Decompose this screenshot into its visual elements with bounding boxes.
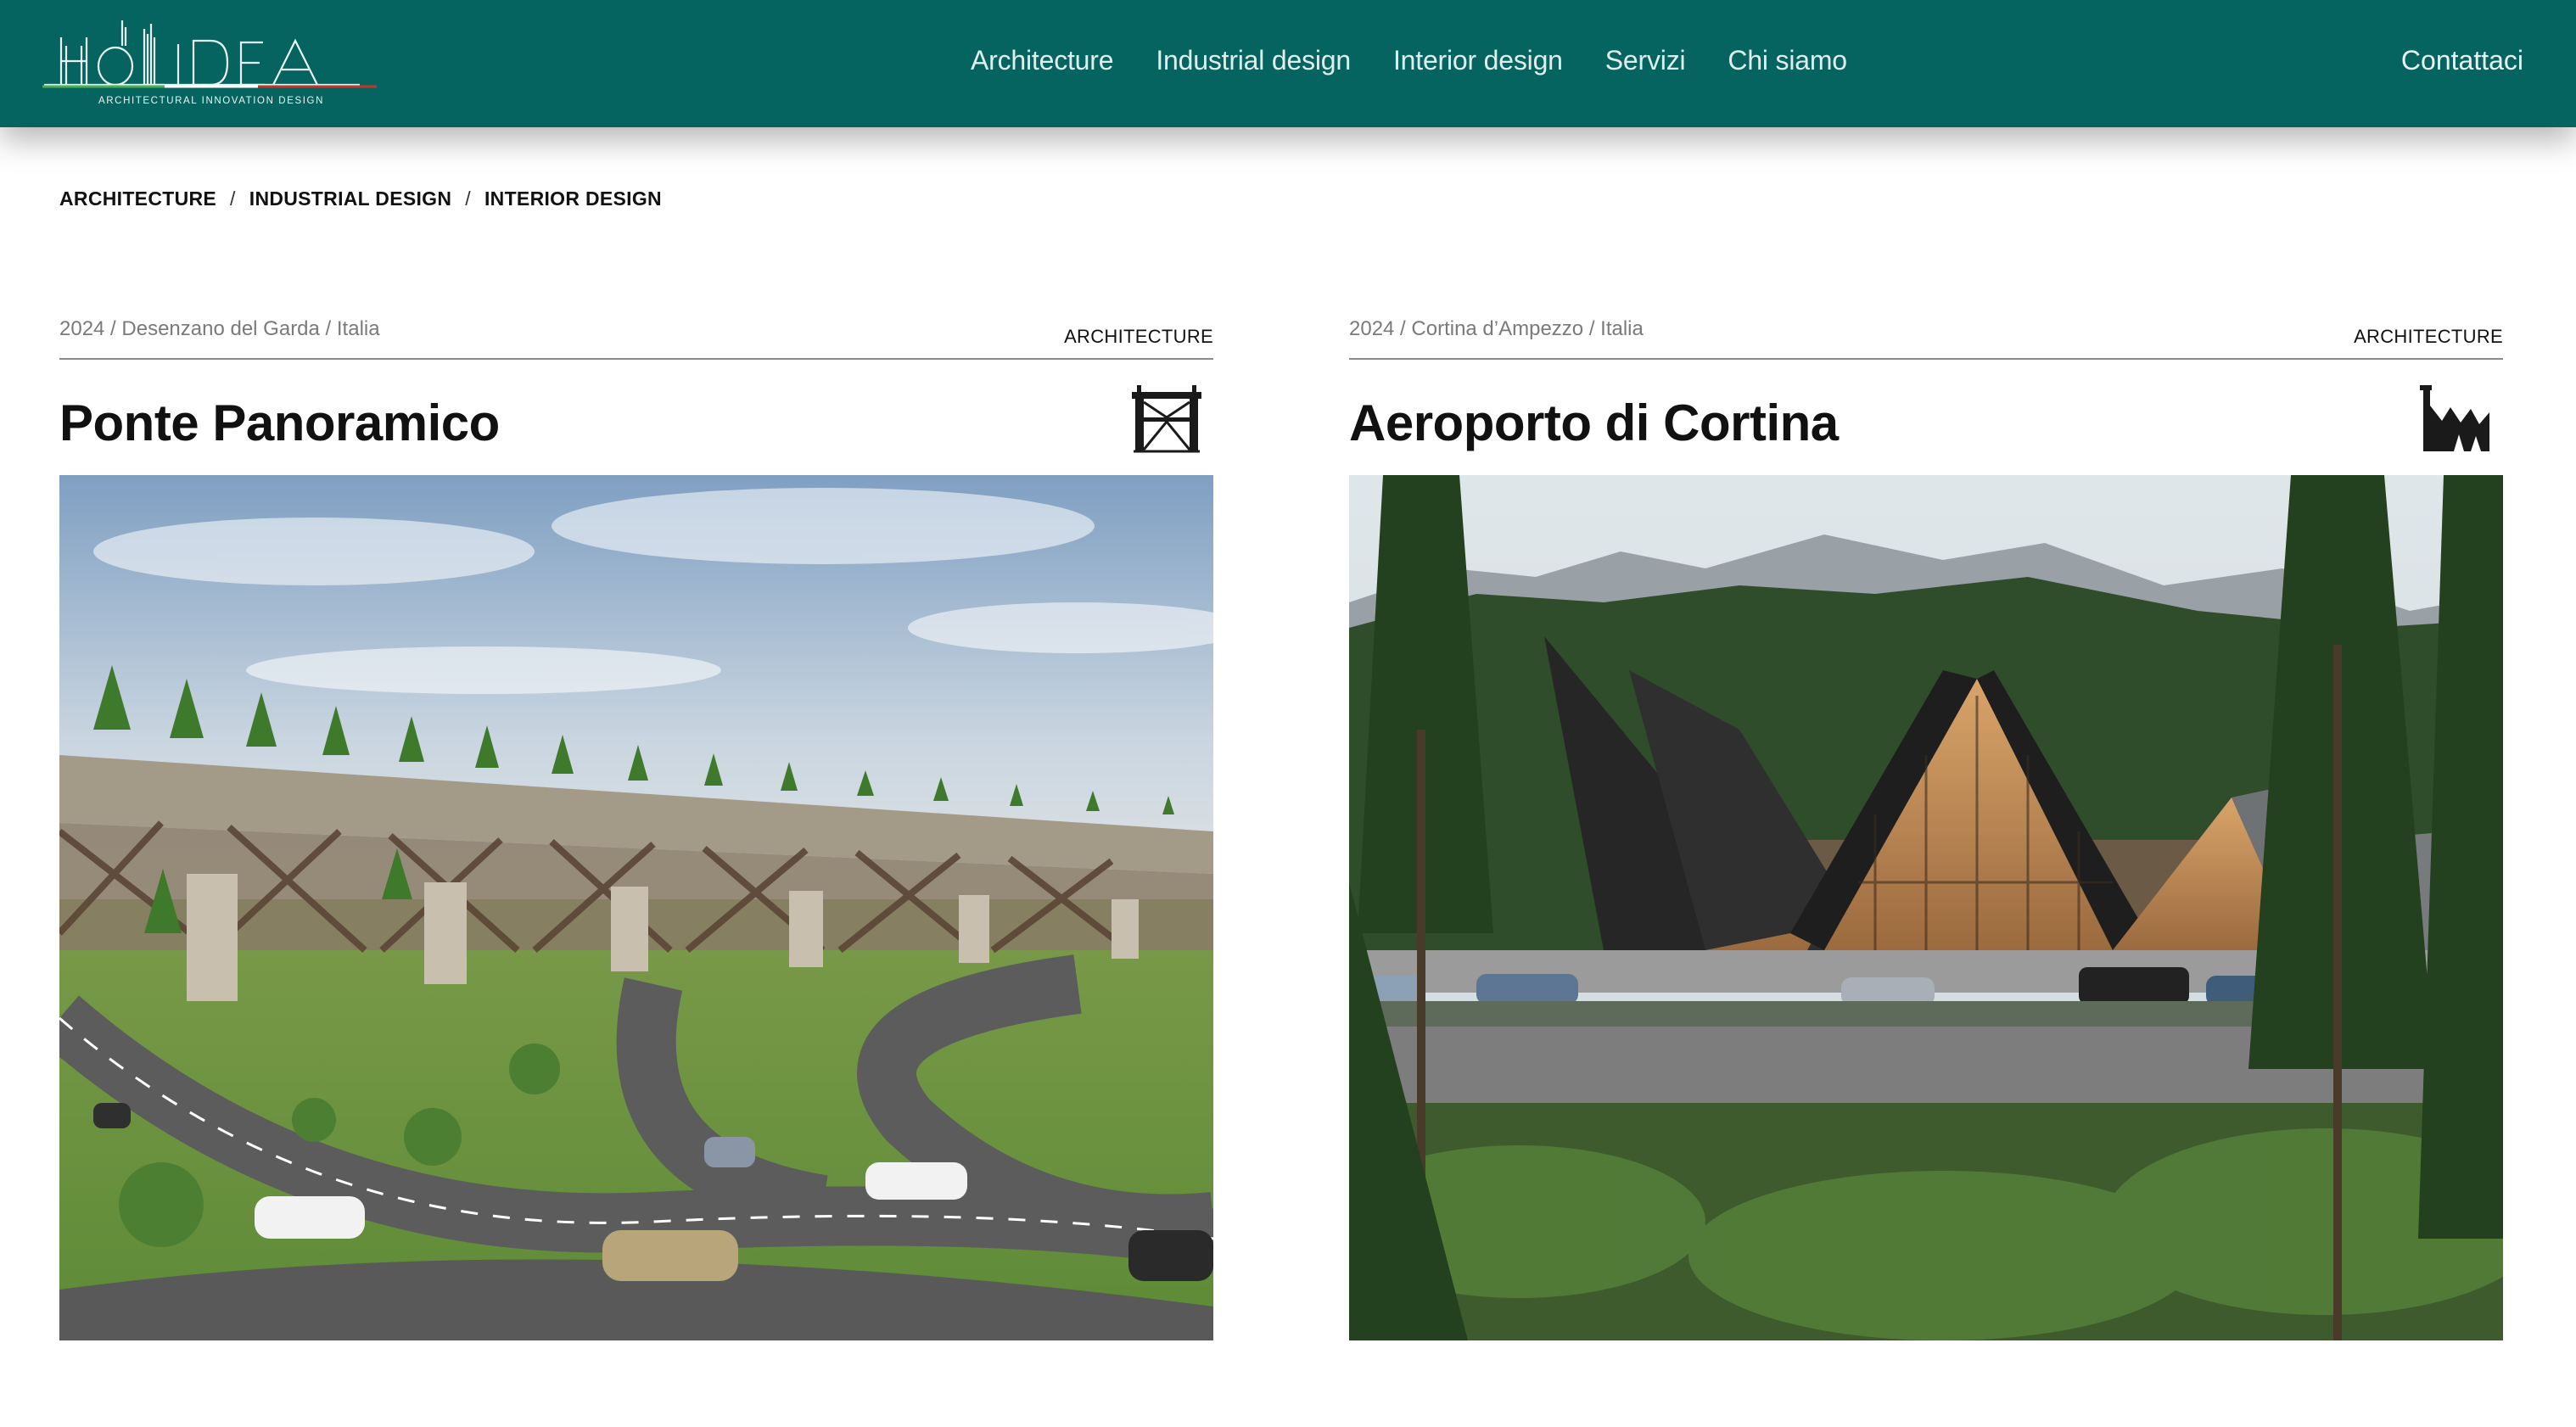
main-nav: Architecture Industrial design Interior … — [971, 39, 1890, 81]
nav-servizi[interactable]: Servizi — [1605, 39, 1686, 81]
nav-industrial-design[interactable]: Industrial design — [1156, 39, 1351, 81]
filter-separator: / — [465, 187, 471, 210]
nav-interior-design[interactable]: Interior design — [1393, 39, 1563, 81]
project-category[interactable]: ARCHITECTURE — [1064, 326, 1213, 348]
filter-interior-design[interactable]: INTERIOR DESIGN — [484, 187, 662, 210]
holidea-logo[interactable]: ARCHITECTURAL INNOVATION DESIGN — [37, 12, 385, 112]
airport-icon — [2420, 385, 2489, 451]
project-title[interactable]: Aeroporto di Cortina — [1349, 394, 1839, 452]
filter-architecture[interactable]: ARCHITECTURE — [59, 187, 216, 210]
filter-separator: / — [230, 187, 236, 210]
project-image[interactable] — [59, 475, 1213, 1340]
project-title[interactable]: Ponte Panoramico — [59, 394, 500, 452]
project-image[interactable] — [1349, 475, 2503, 1340]
logo-mark: ARCHITECTURAL INNOVATION DESIGN — [42, 20, 377, 106]
project-meta-row: 2024 / Desenzano del Garda / Italia ARCH… — [59, 316, 1213, 360]
contact-link[interactable]: Contattaci — [2401, 39, 2523, 81]
project-card-aeroporto-di-cortina[interactable]: 2024 / Cortina d’Ampezzo / Italia ARCHIT… — [1349, 316, 2503, 1340]
nav-chi-siamo[interactable]: Chi siamo — [1728, 39, 1847, 81]
project-meta-row: 2024 / Cortina d’Ampezzo / Italia ARCHIT… — [1349, 316, 2503, 360]
filter-industrial-design[interactable]: INDUSTRIAL DESIGN — [249, 187, 452, 210]
project-title-row: Aeroporto di Cortina — [1349, 360, 2503, 475]
site-header: ARCHITECTURAL INNOVATION DESIGN Architec… — [0, 0, 2576, 127]
project-meta: 2024 / Cortina d’Ampezzo / Italia — [1349, 317, 1644, 340]
nav-architecture[interactable]: Architecture — [971, 39, 1114, 81]
category-filters: ARCHITECTURE / INDUSTRIAL DESIGN / INTERIOR … — [59, 187, 662, 210]
bridge-icon — [1132, 385, 1201, 453]
project-category[interactable]: ARCHITECTURE — [2354, 326, 2503, 348]
project-meta: 2024 / Desenzano del Garda / Italia — [59, 317, 380, 340]
logo-tagline: ARCHITECTURAL INNOVATION DESIGN — [98, 96, 324, 106]
project-title-row: Ponte Panoramico — [59, 360, 1213, 475]
project-card-ponte-panoramico[interactable]: 2024 / Desenzano del Garda / Italia ARCH… — [59, 316, 1213, 1340]
